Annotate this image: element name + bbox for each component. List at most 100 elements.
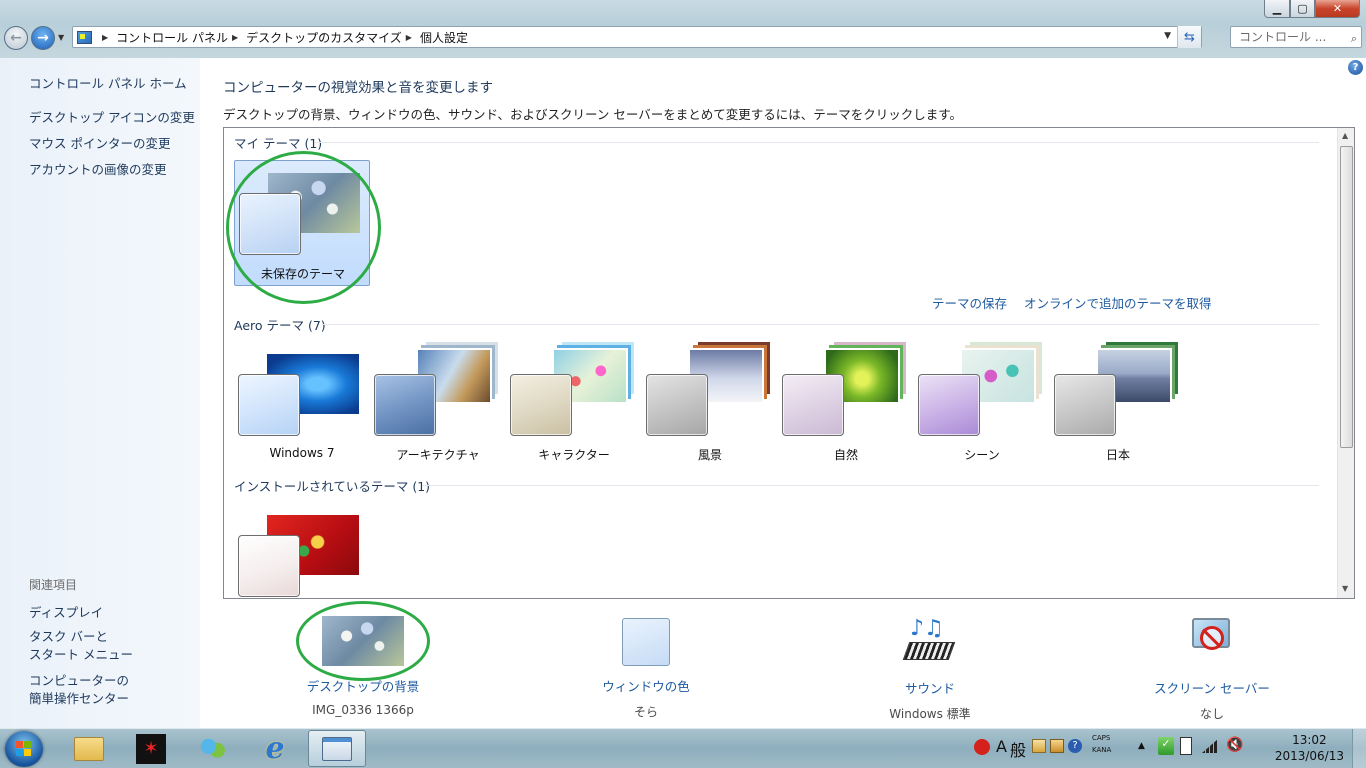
clock-date: 2013/06/13 — [1274, 749, 1344, 763]
app-icon: ✶ — [136, 733, 166, 764]
divider — [422, 485, 1319, 486]
no-screensaver-icon — [1186, 616, 1238, 668]
chevron-right-icon[interactable]: ▶ — [406, 33, 412, 42]
ime-dictionary-icon[interactable] — [1050, 739, 1064, 753]
theme-windows7[interactable]: Windows 7 — [234, 342, 370, 468]
theme-installed[interactable] — [234, 503, 370, 598]
page-description: デスクトップの背景、ウィンドウの色、サウンド、およびスクリーン セーバーをまとめ… — [223, 107, 962, 122]
window-color-swatch — [646, 374, 708, 436]
sound-link[interactable]: サウンド — [840, 678, 1020, 697]
theme-label: キャラクター — [538, 448, 610, 462]
theme-list-scrollbar[interactable]: ▲ ▼ — [1337, 128, 1354, 598]
window-color-link[interactable]: ウィンドウの色 — [556, 676, 736, 695]
refresh-button[interactable]: ⇆ — [1177, 26, 1201, 48]
task-pane: コントロール パネル ホーム デスクトップ アイコンの変更 マウス ポインターの… — [0, 58, 200, 728]
theme-architecture[interactable]: アーキテクチャ — [370, 342, 506, 468]
ime-kanji-indicator[interactable]: 般 — [1010, 737, 1026, 761]
breadcrumb-control-panel[interactable]: コントロール パネル — [116, 29, 228, 46]
ease-of-access-link[interactable]: コンピューターの 簡単操作センター — [29, 672, 129, 708]
theme-japan[interactable]: 日本 — [1050, 342, 1186, 468]
desktop-background-link[interactable]: デスクトップの背景 — [273, 676, 453, 695]
window-color-swatch — [374, 374, 436, 436]
internet-explorer-taskbar-button[interactable]: e — [246, 730, 304, 767]
theme-label: アーキテクチャ — [396, 448, 480, 462]
breadcrumb-desktop-customize[interactable]: デスクトップのカスタマイズ — [246, 29, 402, 46]
chevron-right-icon[interactable]: ▶ — [232, 33, 238, 42]
start-button[interactable] — [5, 731, 43, 767]
clock[interactable]: 13:02 2013/06/13 — [1275, 732, 1344, 764]
theme-list[interactable]: マイ テーマ (1) 未保存のテーマ テーマの保存 オンラインで追加のテーマを取… — [223, 127, 1355, 599]
ime-toolbox-icon[interactable] — [1032, 739, 1046, 753]
screen-saver-value: なし — [1199, 707, 1224, 721]
desktop-background-setting[interactable]: デスクトップの背景 IMG_0336 1366p — [273, 616, 453, 717]
window-color-swatch — [782, 374, 844, 436]
scroll-down-arrow-icon[interactable]: ▼ — [1342, 584, 1348, 593]
theme-label: シーン — [964, 448, 1000, 462]
change-desktop-icons-link[interactable]: デスクトップ アイコンの変更 — [29, 107, 195, 126]
change-account-picture-link[interactable]: アカウントの画像の変更 — [29, 159, 167, 178]
explorer-taskbar-button[interactable] — [60, 730, 118, 767]
theme-label: 自然 — [833, 448, 858, 462]
security-alert-icon[interactable] — [974, 739, 990, 755]
window-color-swatch — [918, 374, 980, 436]
chevron-down-icon[interactable]: ▼ — [1164, 31, 1171, 41]
recent-pages-dropdown[interactable]: ▼ — [58, 33, 64, 42]
maximize-button[interactable]: ▢ — [1290, 0, 1315, 18]
installed-themes-heading: インストールされているテーマ (1) — [234, 479, 431, 494]
volume-muted-icon[interactable]: 🔇 — [1226, 737, 1243, 753]
search-placeholder: コントロール ... — [1239, 30, 1327, 44]
search-input[interactable]: コントロール ... ⌕ — [1230, 26, 1362, 48]
divider — [322, 324, 1319, 325]
window-color-swatch — [1054, 374, 1116, 436]
change-mouse-pointer-link[interactable]: マウス ポインターの変更 — [29, 133, 170, 152]
desktop-background-value: IMG_0336 1366p — [312, 703, 414, 717]
sound-value: Windows 標準 — [889, 707, 971, 721]
display-link[interactable]: ディスプレイ — [29, 602, 103, 621]
taskbar-start-menu-link[interactable]: タスク バーと スタート メニュー — [29, 628, 133, 664]
scroll-up-arrow-icon[interactable]: ▲ — [1342, 131, 1348, 140]
control-panel-taskbar-button[interactable] — [308, 730, 366, 767]
app-taskbar-button[interactable]: ✶ — [122, 730, 180, 767]
chevron-right-icon[interactable]: ▶ — [102, 33, 108, 42]
wallpaper-thumbnail — [322, 616, 404, 666]
show-desktop-button[interactable] — [1352, 729, 1366, 768]
theme-nature[interactable]: 自然 — [778, 342, 914, 468]
arrow-right-icon: → — [37, 30, 49, 46]
folder-icon — [74, 736, 104, 761]
related-heading: 関連項目 — [29, 578, 78, 592]
screen-saver-link[interactable]: スクリーン セーバー — [1122, 678, 1302, 697]
theme-scenes[interactable]: シーン — [914, 342, 1050, 468]
windows-live-taskbar-button[interactable] — [184, 730, 242, 767]
close-button[interactable]: ✕ — [1315, 0, 1360, 18]
sound-setting[interactable]: ♪♫ サウンド Windows 標準 — [840, 616, 1020, 722]
help-icon[interactable]: ? — [1348, 60, 1363, 75]
scrollbar-thumb[interactable] — [1340, 146, 1353, 448]
theme-label: 日本 — [1105, 448, 1130, 462]
clock-time: 13:02 — [1292, 733, 1327, 747]
arrow-left-icon: ← — [10, 30, 22, 46]
network-signal-icon[interactable] — [1202, 739, 1218, 753]
music-notes-icon: ♪♫ — [902, 616, 956, 668]
notification-area: A 般 ? CAPS KANA ▲ ✓ 🔇 13:02 2013/06/13 — [966, 729, 1366, 768]
help-icon[interactable]: ? — [1068, 739, 1082, 753]
window-color-setting[interactable]: ウィンドウの色 そら — [556, 616, 736, 720]
theme-landscapes[interactable]: 風景 — [642, 342, 778, 468]
removable-device-icon[interactable] — [1180, 737, 1192, 755]
minimize-button[interactable]: ▁ — [1264, 0, 1290, 18]
theme-characters[interactable]: キャラクター — [506, 342, 642, 468]
windows-logo-icon — [16, 741, 32, 757]
show-hidden-icons-button[interactable]: ▲ — [1138, 741, 1145, 751]
window-color-swatch-icon — [622, 618, 670, 666]
theme-unsaved[interactable]: 未保存のテーマ — [234, 160, 370, 286]
control-panel-home-link[interactable]: コントロール パネル ホーム — [29, 73, 187, 92]
ime-mode-indicator[interactable]: A — [996, 737, 1007, 756]
forward-button[interactable]: → — [31, 26, 55, 50]
get-more-themes-online-link[interactable]: オンラインで追加のテーマを取得 — [1024, 293, 1212, 312]
back-button[interactable]: ← — [4, 26, 28, 50]
save-theme-link[interactable]: テーマの保存 — [932, 293, 1007, 312]
update-icon[interactable]: ✓ — [1158, 737, 1174, 755]
screen-saver-setting[interactable]: スクリーン セーバー なし — [1122, 616, 1302, 722]
address-bar[interactable]: ▶ コントロール パネル ▶ デスクトップのカスタマイズ ▶ 個人設定 ▼ ⇆ — [72, 26, 1202, 48]
window-controls: ▁ ▢ ✕ — [1264, 0, 1360, 18]
breadcrumb-personalization[interactable]: 個人設定 — [420, 29, 468, 46]
